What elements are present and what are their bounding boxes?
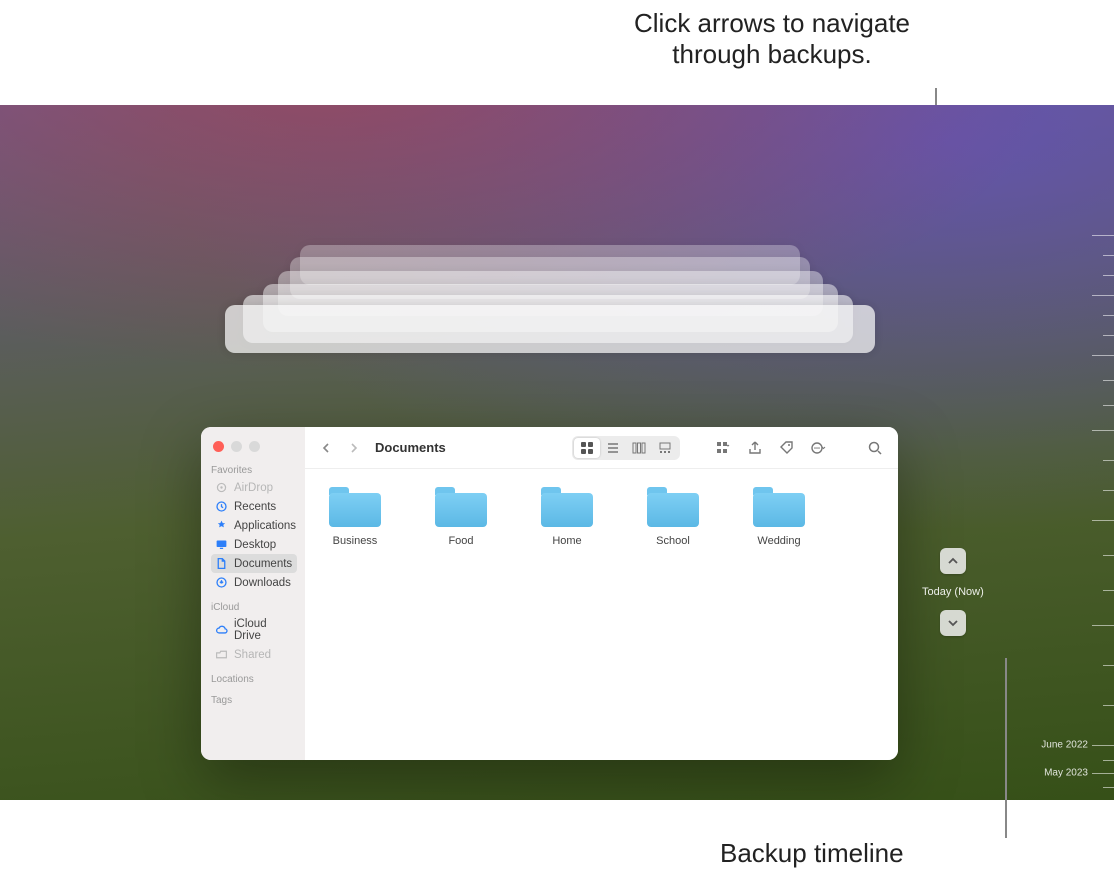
finder-toolbar: Documents	[305, 427, 898, 469]
forward-button[interactable]	[343, 437, 365, 459]
folder-icon	[329, 487, 381, 527]
sidebar-item-downloads[interactable]: Downloads	[211, 573, 297, 592]
sidebar-item-airdrop: AirDrop	[211, 478, 297, 497]
folder-icon	[647, 487, 699, 527]
folder-label: Food	[448, 535, 473, 547]
folder-label: School	[656, 535, 690, 547]
timeline-label: June 2022	[1041, 740, 1088, 751]
window-traffic-lights	[213, 441, 260, 452]
downloads-icon	[215, 576, 228, 589]
icon-view-button[interactable]	[574, 438, 600, 458]
finder-window: Favorites AirDrop Recents Applications	[201, 427, 898, 760]
gallery-view-button[interactable]	[652, 438, 678, 458]
timeline-label: May 2023	[1044, 768, 1088, 779]
ghost-window	[225, 305, 875, 353]
view-mode-group	[572, 436, 680, 460]
action-bar: Cancel Restore	[0, 673, 1114, 699]
folder-grid: Business Food Home School Wedding	[305, 469, 898, 760]
list-view-button[interactable]	[600, 438, 626, 458]
group-by-button[interactable]	[710, 435, 736, 461]
backup-timeline[interactable]: June 2022 May 2023 Yesterday Now	[1019, 225, 1114, 800]
sidebar-item-label: Applications	[234, 520, 296, 532]
sidebar-item-desktop[interactable]: Desktop	[211, 535, 297, 554]
current-backup-label: Today (Now)	[922, 586, 984, 598]
folder-item[interactable]: Wedding	[749, 487, 809, 742]
nav-later-button[interactable]	[940, 610, 966, 636]
sidebar-item-label: Downloads	[234, 577, 291, 589]
sidebar-item-label: iCloud Drive	[234, 618, 293, 642]
annotation-bottom: Backup timeline	[720, 838, 904, 869]
folder-icon	[435, 487, 487, 527]
sidebar-item-iclouddrive[interactable]: iCloud Drive	[211, 615, 297, 645]
tags-button[interactable]	[774, 435, 800, 461]
cloud-icon	[215, 624, 228, 637]
folder-item[interactable]: Food	[431, 487, 491, 742]
annotation-top-line1: Click arrows to navigate	[634, 8, 910, 38]
clock-icon	[215, 500, 228, 513]
airdrop-icon	[215, 481, 228, 494]
sidebar-item-label: Shared	[234, 649, 271, 661]
folder-item[interactable]: School	[643, 487, 703, 742]
finder-sidebar: Favorites AirDrop Recents Applications	[201, 427, 305, 760]
cancel-button[interactable]: Cancel	[468, 673, 543, 699]
close-icon[interactable]	[213, 441, 224, 452]
search-button[interactable]	[862, 435, 888, 461]
sidebar-item-label: Desktop	[234, 539, 276, 551]
finder-main: Documents	[305, 427, 898, 760]
zoom-icon	[249, 441, 260, 452]
applications-icon	[215, 519, 228, 532]
sidebar-item-label: Documents	[234, 558, 292, 570]
shared-icon	[215, 648, 228, 661]
folder-item[interactable]: Business	[325, 487, 385, 742]
folder-icon	[541, 487, 593, 527]
sidebar-item-label: AirDrop	[234, 482, 273, 494]
sidebar-section-icloud: iCloud	[211, 602, 297, 613]
folder-icon	[753, 487, 805, 527]
folder-item[interactable]: Home	[537, 487, 597, 742]
restore-button: Restore	[566, 673, 646, 699]
back-button[interactable]	[315, 437, 337, 459]
sidebar-item-shared: Shared	[211, 645, 297, 664]
document-icon	[215, 557, 228, 570]
time-machine-stage: Favorites AirDrop Recents Applications	[0, 105, 1114, 800]
annotation-top-line2: through backups.	[672, 39, 871, 69]
sidebar-item-label: Recents	[234, 501, 276, 513]
window-title: Documents	[375, 440, 446, 455]
folder-label: Wedding	[757, 535, 800, 547]
action-menu-button[interactable]	[806, 435, 832, 461]
annotation-bottom-text: Backup timeline	[720, 838, 904, 868]
column-view-button[interactable]	[626, 438, 652, 458]
sidebar-item-documents[interactable]: Documents	[211, 554, 297, 573]
minimize-icon	[231, 441, 242, 452]
sidebar-section-favorites: Favorites	[211, 465, 297, 476]
folder-label: Business	[333, 535, 378, 547]
annotation-bottom-leader	[1005, 658, 1007, 838]
folder-label: Home	[552, 535, 581, 547]
backup-nav: Today (Now)	[922, 548, 984, 636]
sidebar-item-recents[interactable]: Recents	[211, 497, 297, 516]
desktop-icon	[215, 538, 228, 551]
sidebar-item-applications[interactable]: Applications	[211, 516, 297, 535]
nav-earlier-button[interactable]	[940, 548, 966, 574]
share-button[interactable]	[742, 435, 768, 461]
annotation-top: Click arrows to navigate through backups…	[0, 8, 1114, 70]
